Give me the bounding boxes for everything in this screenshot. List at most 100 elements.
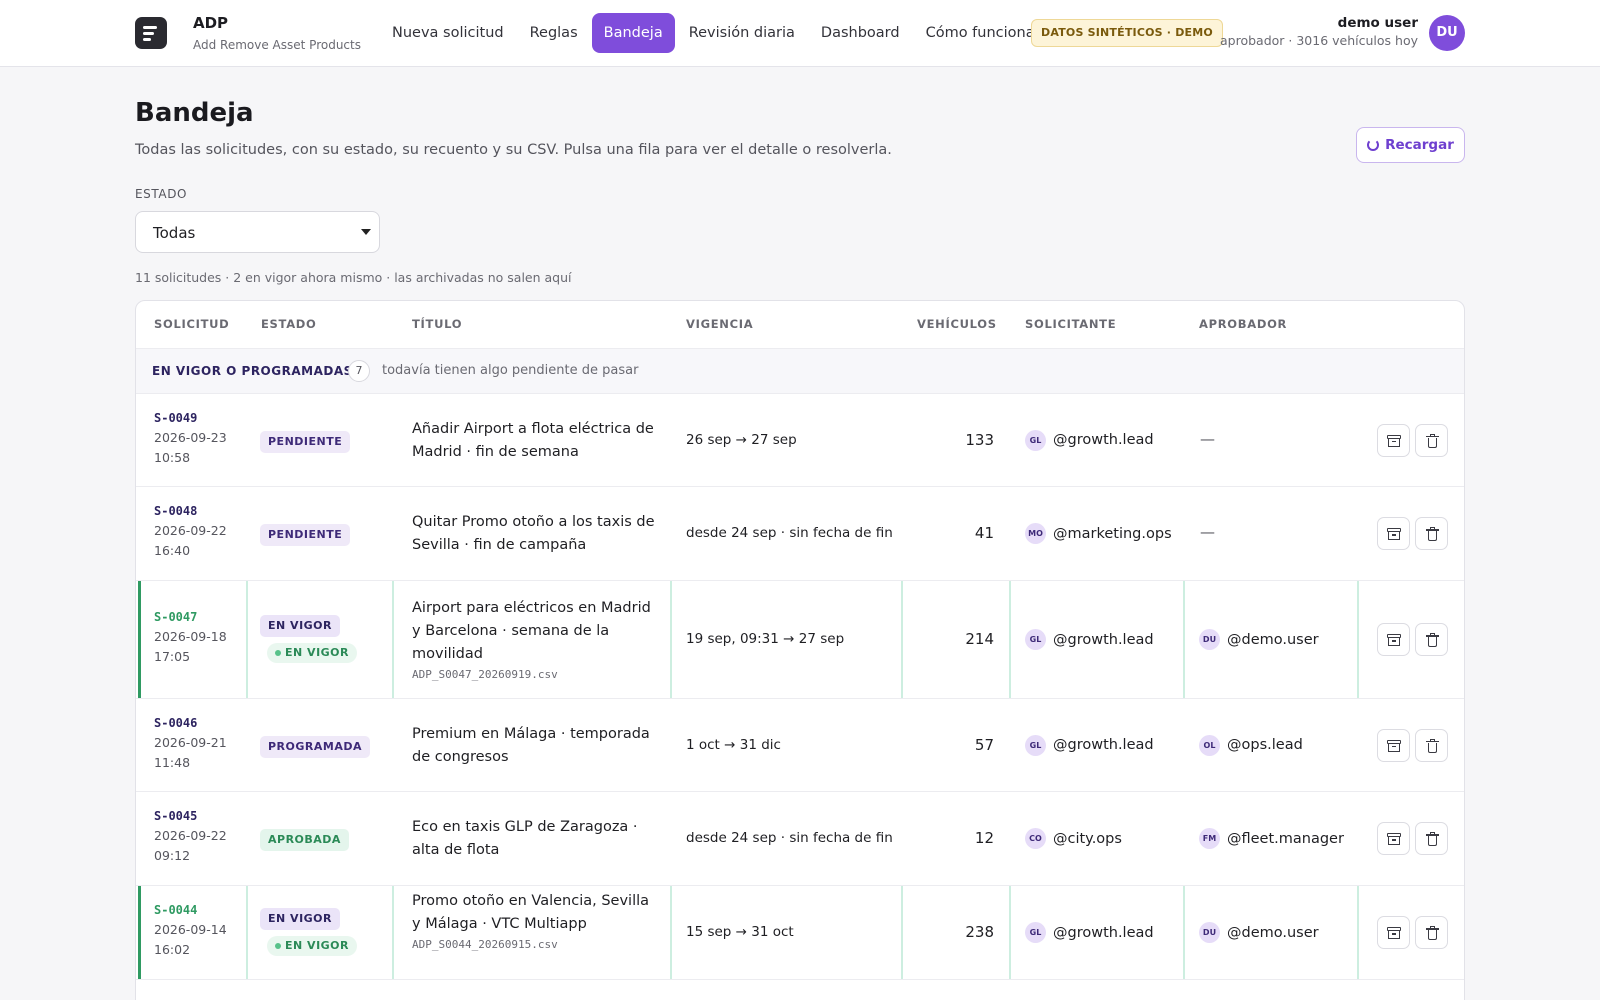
request-date: 2026-09-14 [154, 922, 227, 937]
cell-divider [670, 581, 672, 698]
group-title: EN VIGOR O PROGRAMADAS [152, 364, 353, 378]
approver: DU @demo.user [1199, 629, 1319, 650]
approver-empty: — [1200, 429, 1215, 448]
group-header-active: EN VIGOR O PROGRAMADAS 7 todavía tienen … [136, 349, 1464, 394]
app-name: ADP [193, 14, 229, 32]
table-row[interactable]: S-0046 2026-09-21 11:48 PROGRAMADA Premium e… [136, 699, 1464, 792]
approver-handle: @fleet.manager [1227, 830, 1344, 847]
requester-avatar: CO [1025, 828, 1046, 849]
delete-button[interactable] [1415, 423, 1448, 457]
col-header-solicitante[interactable]: SOLICITANTE [1025, 317, 1116, 331]
col-header-aprobador[interactable]: APROBADOR [1199, 317, 1287, 331]
archive-button[interactable] [1377, 822, 1410, 855]
requester: GL @growth.lead [1025, 629, 1154, 650]
menu-lines-icon[interactable] [135, 17, 167, 49]
cell-divider [392, 581, 394, 698]
archive-icon [1387, 833, 1401, 845]
cell-divider [1009, 886, 1011, 979]
delete-button[interactable] [1415, 517, 1448, 550]
delete-button[interactable] [1415, 916, 1448, 949]
requests-table: SOLICITUD ESTADO TÍTULO VIGENCIA VEHÍCUL… [135, 300, 1465, 1000]
request-time: 09:12 [154, 848, 191, 863]
delete-button[interactable] [1415, 728, 1448, 762]
requester: GL @growth.lead [1025, 429, 1154, 451]
cell-divider [246, 886, 248, 979]
vehicle-count: 57 [974, 735, 994, 754]
table-row[interactable]: S-0048 2026-09-22 16:40 PENDIENTE Quitar Pro… [136, 487, 1464, 581]
col-header-titulo[interactable]: TÍTULO [412, 317, 462, 331]
table-row[interactable]: S-0044 2026-09-14 16:02 EN VIGOR EN VIGOR Pro… [136, 886, 1464, 980]
request-id[interactable]: S-0045 [154, 809, 227, 823]
page-description: Todas las solicitudes, con su estado, su… [135, 142, 892, 158]
request-id[interactable]: S-0046 [154, 716, 227, 730]
nav-item-bandeja[interactable]: Bandeja [591, 13, 675, 53]
request-time: 16:02 [154, 942, 191, 957]
user-role: aprobador · 3016 vehículos hoy [1220, 33, 1418, 48]
request-date: 2026-09-22 [154, 523, 227, 538]
trash-icon [1426, 926, 1439, 940]
user-name: demo user [1337, 15, 1418, 31]
table-row[interactable]: S-0049 2026-09-23 10:58 PENDIENTE Añadir Air… [136, 394, 1464, 487]
nav-item-reglas[interactable]: Reglas [518, 13, 590, 53]
requester: GL @growth.lead [1025, 734, 1154, 756]
validity-period: 1 oct → 31 dic [686, 736, 781, 753]
vehicle-count: 214 [965, 630, 994, 648]
cell-divider [670, 886, 672, 979]
archive-icon [1387, 434, 1401, 447]
archive-button[interactable] [1377, 423, 1410, 457]
col-header-estado[interactable]: ESTADO [261, 317, 317, 331]
col-header-vigencia[interactable]: VIGENCIA [686, 317, 753, 331]
request-id[interactable]: S-0047 [154, 610, 227, 624]
csv-filename[interactable]: ADP_S0044_20260915.csv [412, 938, 657, 951]
requester-avatar: MO [1025, 523, 1046, 544]
table-row[interactable]: S-0045 2026-09-22 09:12 APROBADA Eco en taxi… [136, 792, 1464, 886]
request-title: Añadir Airport a flota eléctrica de Madr… [412, 420, 654, 460]
title-cell: Airport para eléctricos en Madrid y Barc… [412, 597, 657, 681]
request-id[interactable]: S-0044 [154, 903, 227, 917]
request-id-cell: S-0048 2026-09-22 16:40 [154, 504, 227, 561]
approver-handle: @demo.user [1227, 924, 1319, 941]
validity-period: 26 sep → 27 sep [686, 431, 797, 448]
delete-button[interactable] [1415, 623, 1448, 656]
title-cell: Promo otoño en Valencia, Sevilla y Málag… [412, 890, 657, 951]
nav-item-revision-diaria[interactable]: Revisión diaria [677, 13, 807, 53]
table-row[interactable]: S-0047 2026-09-18 17:05 EN VIGOR EN VIGOR Air… [136, 581, 1464, 699]
col-header-vehiculos[interactable]: VEHÍCULOS [917, 317, 997, 331]
nav-item-nueva-solicitud[interactable]: Nueva solicitud [380, 13, 516, 53]
title-cell: Quitar Promo otoño a los taxis de Sevill… [412, 511, 657, 557]
approver-avatar: FM [1199, 828, 1220, 849]
trash-icon [1426, 738, 1439, 753]
cell-divider [1009, 581, 1011, 698]
csv-filename[interactable]: ADP_S0047_20260919.csv [412, 668, 657, 681]
archive-button[interactable] [1377, 517, 1410, 550]
col-header-solicitud[interactable]: SOLICITUD [154, 317, 229, 331]
page-title: Bandeja [135, 98, 254, 128]
request-id[interactable]: S-0048 [154, 504, 227, 518]
chevron-down-icon [361, 229, 371, 235]
request-time: 17:05 [154, 649, 191, 664]
archive-button[interactable] [1377, 623, 1410, 656]
request-id[interactable]: S-0049 [154, 411, 227, 425]
status-filter-select[interactable]: Todas [135, 211, 380, 253]
requester-avatar: GL [1025, 629, 1046, 650]
nav-item-dashboard[interactable]: Dashboard [809, 13, 912, 53]
archive-icon [1387, 634, 1401, 646]
live-status-badge: EN VIGOR [267, 643, 358, 663]
reload-button[interactable]: Recargar [1356, 127, 1465, 163]
requests-summary: 11 solicitudes · 2 en vigor ahora mismo … [135, 270, 572, 285]
vehicle-count: 12 [974, 829, 994, 847]
user-avatar[interactable]: DU [1429, 15, 1465, 51]
cell-divider [246, 581, 248, 698]
request-title: Airport para eléctricos en Madrid y Barc… [412, 600, 651, 662]
archive-button[interactable] [1377, 728, 1410, 762]
requester-handle: @city.ops [1053, 830, 1122, 847]
status-cell: PENDIENTE [260, 430, 351, 453]
status-badge: PROGRAMADA [260, 735, 370, 758]
nav-item-como-funciona[interactable]: Cómo funciona [914, 13, 1047, 53]
archive-button[interactable] [1377, 916, 1410, 949]
status-filter-label: ESTADO [135, 187, 188, 201]
status-badge: APROBADA [260, 829, 349, 851]
request-id-cell: S-0047 2026-09-18 17:05 [154, 610, 227, 667]
cell-divider [1183, 886, 1185, 979]
delete-button[interactable] [1415, 822, 1448, 855]
